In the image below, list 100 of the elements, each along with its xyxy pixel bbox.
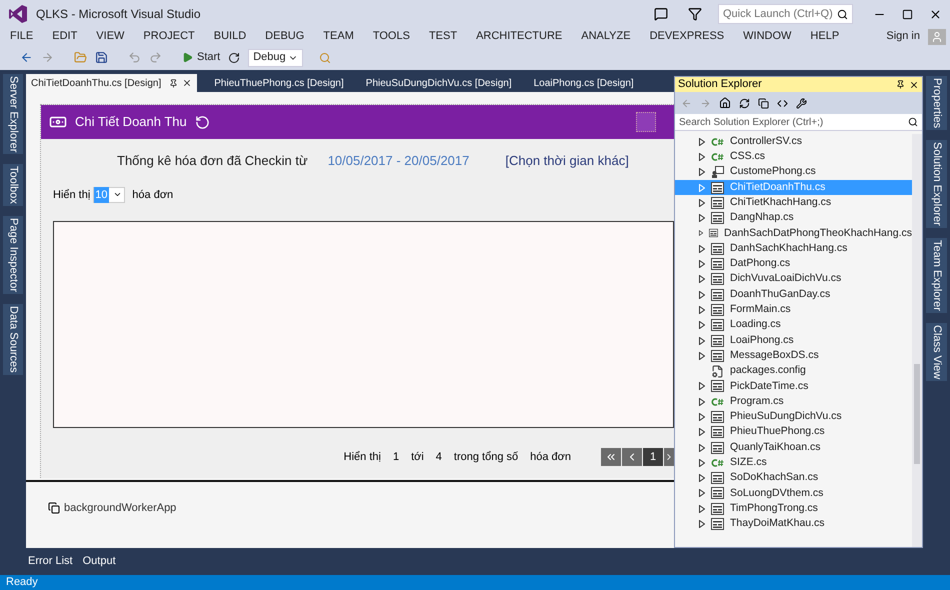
next-page-button[interactable] <box>664 448 674 466</box>
restart-icon[interactable] <box>228 52 240 64</box>
expand-arrow-icon[interactable] <box>699 168 705 176</box>
menu-item[interactable]: ARCHITECTURE <box>476 28 562 45</box>
expand-arrow-icon[interactable] <box>699 198 705 207</box>
menu-item[interactable]: BUILD <box>214 28 246 45</box>
sign-in-link[interactable]: Sign in <box>886 28 920 45</box>
copy-icon[interactable] <box>758 98 769 108</box>
save-icon[interactable] <box>95 51 108 64</box>
search-field[interactable]: Search Solution Explorer (Ctrl+;) <box>675 114 922 131</box>
change-period-link[interactable]: [Chọn thời gian khác] <box>505 151 629 170</box>
side-tab[interactable]: Team Explorer <box>926 238 947 313</box>
pin-icon[interactable] <box>169 78 178 88</box>
tree-item[interactable]: ControllerSV.cs <box>675 134 912 150</box>
tree-item[interactable]: FormMain.cs <box>675 302 912 318</box>
expand-arrow-icon[interactable] <box>699 444 705 452</box>
feedback-icon[interactable] <box>654 7 668 21</box>
side-tab[interactable]: Solution Explorer <box>926 140 947 228</box>
close-icon[interactable] <box>182 78 192 88</box>
expand-arrow-icon[interactable] <box>699 382 705 390</box>
tree-item[interactable]: CustomePhong.cs <box>675 164 912 180</box>
first-page-button[interactable] <box>601 448 621 466</box>
expand-arrow-icon[interactable] <box>699 321 705 330</box>
back-icon[interactable] <box>20 51 33 64</box>
tree-item[interactable]: MessageBoxDS.cs <box>675 348 912 364</box>
filter-icon[interactable] <box>688 7 702 21</box>
page-button[interactable]: 1 <box>643 448 663 466</box>
side-tab[interactable]: Toolbox <box>2 164 24 206</box>
configuration-dropdown[interactable]: Debug <box>248 48 304 66</box>
bottom-tab[interactable]: Error List <box>28 553 73 570</box>
expand-arrow-icon[interactable] <box>699 275 705 284</box>
tree-item[interactable]: LoaiPhong.cs <box>675 332 912 348</box>
expand-arrow-icon[interactable] <box>699 504 705 513</box>
document-tab[interactable]: PhieuThuePhong.cs [Design] <box>209 74 349 92</box>
close-icon[interactable] <box>929 8 942 20</box>
quick-launch-field[interactable]: Quick Launch (Ctrl+Q) <box>718 4 853 24</box>
menu-item[interactable]: PROJECT <box>143 28 195 45</box>
home-icon[interactable] <box>719 97 731 109</box>
side-tab[interactable]: Page Inspector <box>2 216 24 294</box>
tree-item[interactable]: Program.cs <box>675 394 912 410</box>
expand-arrow-icon[interactable] <box>699 152 705 161</box>
tree-item[interactable]: ThayDoiMatKhau.cs <box>675 516 912 532</box>
expand-arrow-icon[interactable] <box>699 290 705 299</box>
start-button[interactable]: Start <box>182 49 220 66</box>
tree-item[interactable]: DatPhong.cs <box>675 256 912 272</box>
expand-arrow-icon[interactable] <box>699 458 705 467</box>
menu-item[interactable]: WINDOW <box>743 28 792 45</box>
document-tab[interactable]: LoaiPhong.cs [Design] <box>528 74 639 92</box>
expand-arrow-icon[interactable] <box>699 474 705 482</box>
bottom-tab[interactable]: Output <box>82 553 116 570</box>
component-label[interactable]: backgroundWorkerApp <box>64 500 176 516</box>
menu-item[interactable]: FILE <box>10 28 34 45</box>
menu-item[interactable]: HELP <box>810 28 840 45</box>
expand-arrow-icon[interactable] <box>699 352 705 360</box>
sync-icon[interactable] <box>739 98 750 108</box>
maximize-icon[interactable] <box>902 8 913 20</box>
expand-arrow-icon[interactable] <box>699 214 705 222</box>
menu-item[interactable]: TEAM <box>323 28 354 45</box>
expand-arrow-icon[interactable] <box>699 412 705 421</box>
code-icon[interactable] <box>777 98 788 108</box>
menu-item[interactable]: ANALYZE <box>581 28 631 45</box>
side-tab[interactable]: Class View <box>926 322 947 382</box>
menu-item[interactable]: EDIT <box>52 28 78 45</box>
menu-item[interactable]: DEVEXPRESS <box>650 28 724 45</box>
menu-item[interactable]: DEBUG <box>265 28 304 45</box>
pin-icon[interactable] <box>896 80 905 89</box>
tree-item[interactable]: PhieuThuePhong.cs <box>675 424 912 440</box>
tree-item[interactable]: QuanlyTaiKhoan.cs <box>675 440 912 456</box>
expand-arrow-icon[interactable] <box>699 489 705 498</box>
menu-item[interactable]: TOOLS <box>372 28 410 45</box>
tree-item[interactable]: Loading.cs <box>675 318 912 333</box>
document-tab[interactable]: PhieuSuDungDichVu.cs [Design] <box>360 74 517 92</box>
wrench-icon[interactable] <box>796 98 807 108</box>
tree-item[interactable]: DangNhap.cs <box>675 210 912 226</box>
tree-item[interactable]: PickDateTime.cs <box>675 378 912 394</box>
menu-item[interactable]: VIEW <box>96 28 124 45</box>
document-tab[interactable]: ChiTietDoanhThu.cs [Design] <box>26 74 198 92</box>
close-icon[interactable] <box>909 80 919 90</box>
tree-item[interactable]: SIZE.cs <box>675 455 912 471</box>
expand-arrow-icon[interactable] <box>699 428 705 436</box>
expand-arrow-icon[interactable] <box>699 520 705 528</box>
tree-item[interactable]: PhieuSuDungDichVu.cs <box>675 409 912 425</box>
expand-arrow-icon[interactable] <box>699 398 705 406</box>
tree-item[interactable]: TimPhongTrong.cs <box>675 501 912 516</box>
refresh-icon[interactable] <box>194 114 210 130</box>
tree-item[interactable]: SoLuongDVthem.cs <box>675 486 912 502</box>
tree-item[interactable]: ChiTietKhachHang.cs <box>675 195 912 210</box>
scrollbar[interactable] <box>912 134 922 547</box>
previous-page-button[interactable] <box>622 448 642 466</box>
expand-arrow-icon[interactable] <box>699 138 705 146</box>
tree-item[interactable]: DoanhThuGanDay.cs <box>675 286 912 302</box>
tree-item[interactable]: CSS.cs <box>675 149 912 165</box>
expand-arrow-icon[interactable] <box>699 336 705 344</box>
tree-item[interactable]: DanhSachDatPhongTheoKhachHang.cs <box>675 226 912 242</box>
expand-arrow-icon[interactable] <box>699 229 704 238</box>
side-tab[interactable]: Server Explorer <box>2 74 24 154</box>
menu-item[interactable]: TEST <box>428 28 458 45</box>
expand-arrow-icon[interactable] <box>699 260 705 268</box>
side-tab[interactable]: Data Sources <box>2 304 24 375</box>
tree-item[interactable]: DanhSachKhachHang.cs <box>675 241 912 256</box>
